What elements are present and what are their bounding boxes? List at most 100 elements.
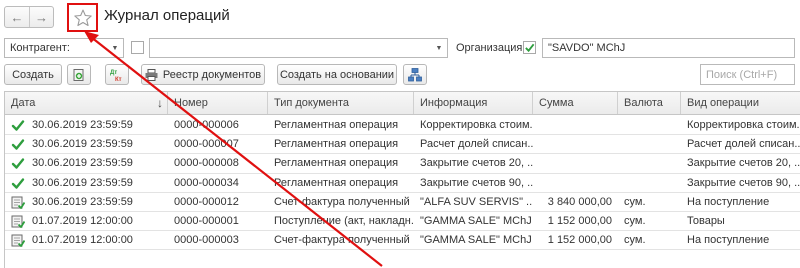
cell-number: 0000-000008: [174, 157, 239, 170]
printer-icon: [145, 68, 158, 81]
cell-document-type: Поступление (акт, накладн...: [274, 215, 414, 227]
arrow-right-icon: →: [35, 9, 48, 25]
table-row[interactable]: 30.06.2019 23:59:59 0000-000012 Счет-факту…: [5, 193, 800, 212]
arrow-left-icon: ←: [10, 9, 24, 25]
cell-operation-type: Корректировка стоим...: [687, 119, 800, 131]
filter-row: Контрагент: ▼ ▼ Организация: "SAVDO" MCh…: [0, 38, 800, 60]
cell-currency: [618, 174, 681, 192]
cell-date: 30.06.2019 23:59:59: [32, 157, 133, 170]
column-header-information[interactable]: Информация: [414, 92, 533, 114]
counterparty-label: Контрагент:: [10, 42, 70, 54]
cell-information: "GAMMA SALE" MChJ: [420, 234, 532, 247]
cell-document-type: Счет-фактура полученный: [274, 234, 410, 247]
organization-value: "SAVDO" MChJ: [548, 42, 626, 54]
cell-date: 30.06.2019 23:59:59: [32, 119, 133, 131]
column-header-document-type[interactable]: Тип документа: [268, 92, 414, 114]
title-bar: ← → Журнал операций: [0, 0, 800, 36]
chevron-down-icon[interactable]: ▼: [107, 39, 123, 57]
cell-currency: [618, 135, 681, 153]
table-row[interactable]: 30.06.2019 23:59:59 0000-000007 Регламентн…: [5, 135, 800, 155]
cell-currency: сум.: [624, 215, 646, 227]
add-copy-button[interactable]: [67, 64, 91, 85]
table-row[interactable]: 30.06.2019 23:59:59 0000-000006 Регламентн…: [5, 116, 800, 136]
column-header-sum[interactable]: Сумма: [533, 92, 618, 114]
cell-information: Корректировка стоим...: [420, 119, 533, 131]
search-input[interactable]: [700, 64, 795, 85]
cell-operation-type: Расчет долей списан...: [687, 138, 800, 151]
registry-button-label: Реестр документов: [162, 68, 262, 81]
cell-number: 0000-000006: [174, 119, 239, 131]
cell-operation-type: Закрытие счетов 20, ...: [687, 157, 800, 170]
cell-document-type: Счет-фактура полученный: [274, 195, 410, 208]
counterparty-select[interactable]: Контрагент: ▼: [4, 38, 124, 58]
cell-date: 30.06.2019 23:59:59: [32, 195, 133, 208]
cell-information: Закрытие счетов 90, ...: [420, 176, 533, 189]
cell-currency: сум.: [624, 234, 646, 247]
cell-currency: [618, 154, 681, 172]
svg-text:Кт: Кт: [115, 77, 122, 82]
cell-information: Закрытие счетов 20, ...: [420, 157, 533, 170]
navigation-buttons: ← →: [4, 6, 54, 28]
cell-currency: сум.: [624, 195, 646, 208]
dt-kt-button[interactable]: Дт Кт: [105, 64, 129, 85]
cell-operation-type: На поступление: [687, 234, 770, 247]
cell-number: 0000-000007: [174, 138, 239, 151]
add-copy-icon: [73, 68, 84, 81]
table-row[interactable]: 01.07.2019 12:00:00 0000-000001 Поступлени…: [5, 212, 800, 232]
cell-date: 01.07.2019 12:00:00: [32, 234, 133, 247]
cell-date: 01.07.2019 12:00:00: [32, 215, 133, 227]
dt-kt-icon: Дт Кт: [110, 70, 122, 82]
cell-operation-type: Товары: [687, 215, 725, 227]
create-based-on-button[interactable]: Создать на основании: [277, 64, 397, 85]
organization-field[interactable]: "SAVDO" MChJ: [542, 38, 795, 58]
cell-sum: 1 152 000,00: [547, 215, 612, 227]
page-title: Журнал операций: [104, 7, 230, 24]
cell-sum: 3 840 000,00: [547, 195, 612, 208]
cell-sum: 1 152 000,00: [547, 234, 612, 247]
cell-document-type: Регламентная операция: [274, 138, 399, 151]
cell-sum: [533, 154, 618, 172]
forward-button[interactable]: →: [29, 7, 53, 27]
structure-button[interactable]: [403, 64, 427, 85]
create-button-label: Создать: [12, 68, 54, 81]
operations-table: Дата ↓ Номер Тип документа Информация Су…: [4, 91, 800, 268]
cell-sum: [533, 135, 618, 153]
cell-sum: [533, 116, 618, 134]
cell-currency: [618, 116, 681, 134]
svg-text:Дт: Дт: [110, 70, 117, 76]
table-row[interactable]: 01.07.2019 12:00:00 0000-000003 Счет-факту…: [5, 231, 800, 251]
cell-number: 0000-000003: [174, 234, 239, 247]
cell-operation-type: Закрытие счетов 90, ...: [687, 176, 800, 189]
column-header-date[interactable]: Дата ↓: [5, 92, 168, 114]
table-row[interactable]: 30.06.2019 23:59:59 0000-000008 Регламентн…: [5, 154, 800, 174]
cell-number: 0000-000012: [174, 195, 239, 208]
cell-sum: [533, 174, 618, 192]
table-header: Дата ↓ Номер Тип документа Информация Су…: [5, 92, 800, 115]
cell-number: 0000-000001: [174, 215, 239, 227]
counterparty-field[interactable]: ▼: [149, 38, 448, 58]
create-button[interactable]: Создать: [4, 64, 62, 85]
cell-operation-type: На поступление: [687, 195, 770, 208]
favorite-button[interactable]: [67, 3, 98, 32]
cell-number: 0000-000034: [174, 176, 239, 189]
column-header-currency[interactable]: Валюта: [618, 92, 681, 114]
column-header-operation-type[interactable]: Вид операции: [681, 92, 800, 114]
cell-document-type: Регламентная операция: [274, 119, 399, 131]
column-header-number[interactable]: Номер: [168, 92, 268, 114]
cell-date: 30.06.2019 23:59:59: [32, 176, 133, 189]
star-icon: [73, 9, 92, 26]
cell-information: "GAMMA SALE" MChJ: [420, 215, 532, 227]
cell-date: 30.06.2019 23:59:59: [32, 138, 133, 151]
cell-information: Расчет долей списан...: [420, 138, 533, 151]
toolbar: Создать Дт Кт Реестр документов Создать …: [0, 64, 800, 86]
cell-information: "ALFA SUV SERVIS" ...: [420, 195, 533, 208]
registry-button[interactable]: Реестр документов: [141, 64, 265, 85]
organization-checkbox[interactable]: [523, 41, 536, 54]
table-row[interactable]: 30.06.2019 23:59:59 0000-000034 Регламентн…: [5, 174, 800, 193]
checkmark-icon: [525, 43, 535, 53]
counterparty-checkbox[interactable]: [131, 41, 144, 54]
back-button[interactable]: ←: [5, 7, 29, 27]
structure-icon: [408, 67, 422, 81]
create-based-on-label: Создать на основании: [279, 68, 395, 81]
chevron-down-icon[interactable]: ▼: [431, 39, 447, 57]
